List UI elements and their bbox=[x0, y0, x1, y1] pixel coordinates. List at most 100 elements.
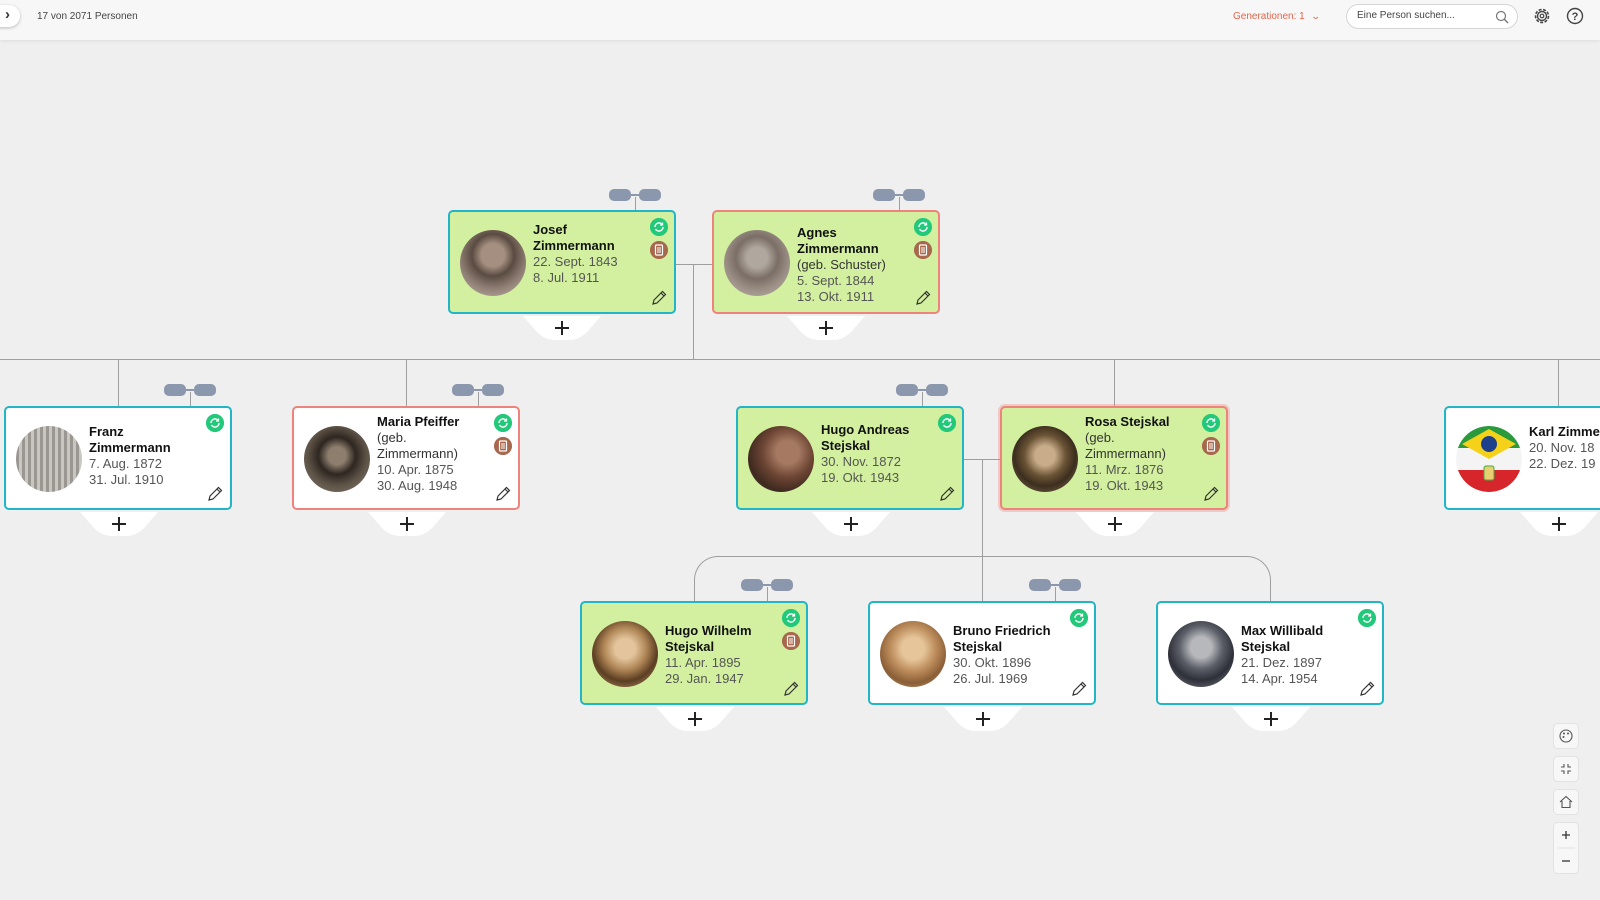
pencil-icon[interactable] bbox=[1358, 680, 1376, 698]
person-name: Agnes Zimmermann bbox=[797, 225, 879, 256]
death-date: 29. Jan. 1947 bbox=[665, 671, 744, 686]
sync-icon[interactable] bbox=[782, 609, 800, 627]
top-bar: › 17 von 2071 Personen Generationen: 1 ⌄… bbox=[0, 0, 1600, 40]
home-icon[interactable] bbox=[1553, 789, 1579, 815]
birth-date: 11. Mrz. 1876 bbox=[1085, 462, 1164, 477]
person-name: Bruno Friedrich Stejskal bbox=[953, 623, 1051, 654]
link-pair-icon[interactable] bbox=[739, 577, 795, 593]
pencil-icon[interactable] bbox=[782, 680, 800, 698]
add-child-button[interactable] bbox=[1232, 707, 1310, 733]
document-icon[interactable] bbox=[782, 632, 800, 650]
document-icon[interactable] bbox=[1202, 437, 1220, 455]
person-card-hugo-wilhelm-stejskal[interactable]: Hugo Wilhelm Stejskal 11. Apr. 1895 29. … bbox=[580, 601, 808, 705]
sync-icon[interactable] bbox=[1070, 609, 1088, 627]
link-pair-icon[interactable] bbox=[607, 187, 663, 203]
add-child-button[interactable] bbox=[523, 316, 601, 342]
sync-icon[interactable] bbox=[206, 414, 224, 432]
add-child-button[interactable] bbox=[1076, 512, 1154, 538]
help-icon[interactable]: ? bbox=[1565, 6, 1585, 26]
generations-value: 1 bbox=[1299, 11, 1305, 22]
link-pair-icon[interactable] bbox=[894, 382, 950, 398]
generations-selector[interactable]: Generationen: 1 ⌄ bbox=[1233, 11, 1321, 22]
person-card-maria-pfeiffer[interactable]: Maria Pfeiffer (geb. Zimmermann) 10. Apr… bbox=[292, 406, 520, 510]
person-name: Rosa Stejskal bbox=[1085, 414, 1170, 429]
avatar bbox=[1012, 426, 1078, 492]
avatar bbox=[748, 426, 814, 492]
add-child-button[interactable] bbox=[812, 512, 890, 538]
link-pair-icon[interactable] bbox=[450, 382, 506, 398]
search-box[interactable] bbox=[1346, 4, 1518, 29]
connector-line bbox=[693, 264, 694, 360]
person-card-hugo-andreas-stejskal[interactable]: Hugo Andreas Stejskal 30. Nov. 1872 19. … bbox=[736, 406, 964, 510]
svg-text:?: ? bbox=[1572, 11, 1579, 23]
death-date: 31. Jul. 1910 bbox=[89, 472, 164, 487]
pencil-icon[interactable] bbox=[1070, 680, 1088, 698]
pencil-icon[interactable] bbox=[914, 289, 932, 307]
link-pair-icon[interactable] bbox=[162, 382, 218, 398]
connector-line bbox=[0, 359, 1600, 360]
person-card-karl-zimmermann[interactable]: Karl Zimmerman 20. Nov. 18 22. Dez. 19 bbox=[1444, 406, 1600, 510]
birth-date: 10. Apr. 1875 bbox=[377, 462, 454, 477]
person-name: Max Willibald Stejskal bbox=[1241, 623, 1324, 654]
connector-line bbox=[1114, 359, 1115, 406]
pencil-icon[interactable] bbox=[494, 485, 512, 503]
person-name: Josef Zimmermann bbox=[533, 222, 615, 253]
birth-date: 22. Sept. 1843 bbox=[533, 254, 618, 269]
sync-icon[interactable] bbox=[650, 218, 668, 236]
connector-line bbox=[118, 359, 119, 406]
link-pair-icon[interactable] bbox=[871, 187, 927, 203]
search-input[interactable] bbox=[1357, 10, 1492, 21]
birth-date: 30. Okt. 1896 bbox=[953, 655, 1032, 670]
death-date: 19. Okt. 1943 bbox=[821, 470, 900, 485]
death-date: 30. Aug. 1948 bbox=[377, 478, 458, 493]
zoom-controls bbox=[1553, 822, 1579, 874]
birth-date: 21. Dez. 1897 bbox=[1241, 655, 1322, 670]
add-child-button[interactable] bbox=[1520, 512, 1598, 538]
person-card-rosa-stejskal[interactable]: Rosa Stejskal (geb. Zimmermann) 11. Mrz.… bbox=[1000, 406, 1228, 510]
pencil-icon[interactable] bbox=[1202, 485, 1220, 503]
avatar bbox=[724, 230, 790, 296]
sync-icon[interactable] bbox=[914, 218, 932, 236]
avatar bbox=[880, 621, 946, 687]
sync-icon[interactable] bbox=[1358, 609, 1376, 627]
person-name: Karl Zimmerman bbox=[1529, 424, 1600, 439]
sync-icon[interactable] bbox=[1202, 414, 1220, 432]
death-date: 26. Jul. 1969 bbox=[953, 671, 1028, 686]
pencil-icon[interactable] bbox=[650, 289, 668, 307]
avatar bbox=[1456, 426, 1522, 492]
death-date: 19. Okt. 1943 bbox=[1085, 478, 1164, 493]
avatar bbox=[1168, 621, 1234, 687]
document-icon[interactable] bbox=[650, 241, 668, 259]
person-card-franz-zimmermann[interactable]: Franz Zimmermann 7. Aug. 1872 31. Jul. 1… bbox=[4, 406, 232, 510]
add-child-button[interactable] bbox=[944, 707, 1022, 733]
person-name: Hugo Wilhelm Stejskal bbox=[665, 623, 752, 654]
connector-line bbox=[406, 359, 407, 406]
sync-icon[interactable] bbox=[494, 414, 512, 432]
person-name: Franz Zimmermann bbox=[89, 424, 171, 455]
link-pair-icon[interactable] bbox=[1027, 577, 1083, 593]
pencil-icon[interactable] bbox=[206, 485, 224, 503]
person-card-josef-zimmermann[interactable]: Josef Zimmermann 22. Sept. 1843 8. Jul. … bbox=[448, 210, 676, 314]
avatar bbox=[592, 621, 658, 687]
pencil-icon[interactable] bbox=[938, 485, 956, 503]
death-date: 14. Apr. 1954 bbox=[1241, 671, 1318, 686]
birth-date: 11. Apr. 1895 bbox=[665, 655, 741, 670]
person-card-bruno-friedrich-stejskal[interactable]: Bruno Friedrich Stejskal 30. Okt. 1896 2… bbox=[868, 601, 1096, 705]
add-child-button[interactable] bbox=[656, 707, 734, 733]
add-child-button[interactable] bbox=[787, 316, 865, 342]
palette-icon[interactable] bbox=[1553, 723, 1579, 749]
add-child-button[interactable] bbox=[368, 512, 446, 538]
death-date: 22. Dez. 19 bbox=[1529, 456, 1596, 471]
search-icon[interactable] bbox=[1495, 10, 1509, 24]
document-icon[interactable] bbox=[914, 241, 932, 259]
person-card-max-willibald-stejskal[interactable]: Max Willibald Stejskal 21. Dez. 1897 14.… bbox=[1156, 601, 1384, 705]
document-icon[interactable] bbox=[494, 437, 512, 455]
expand-sidebar-button[interactable]: › bbox=[0, 5, 20, 27]
add-child-button[interactable] bbox=[80, 512, 158, 538]
person-count: 17 von 2071 Personen bbox=[37, 11, 138, 22]
person-card-agnes-zimmermann[interactable]: Agnes Zimmermann (geb. Schuster) 5. Sept… bbox=[712, 210, 940, 314]
sync-icon[interactable] bbox=[938, 414, 956, 432]
gear-icon[interactable] bbox=[1532, 6, 1552, 26]
collapse-icon[interactable] bbox=[1553, 756, 1579, 782]
birth-date: 5. Sept. 1844 bbox=[797, 273, 875, 288]
